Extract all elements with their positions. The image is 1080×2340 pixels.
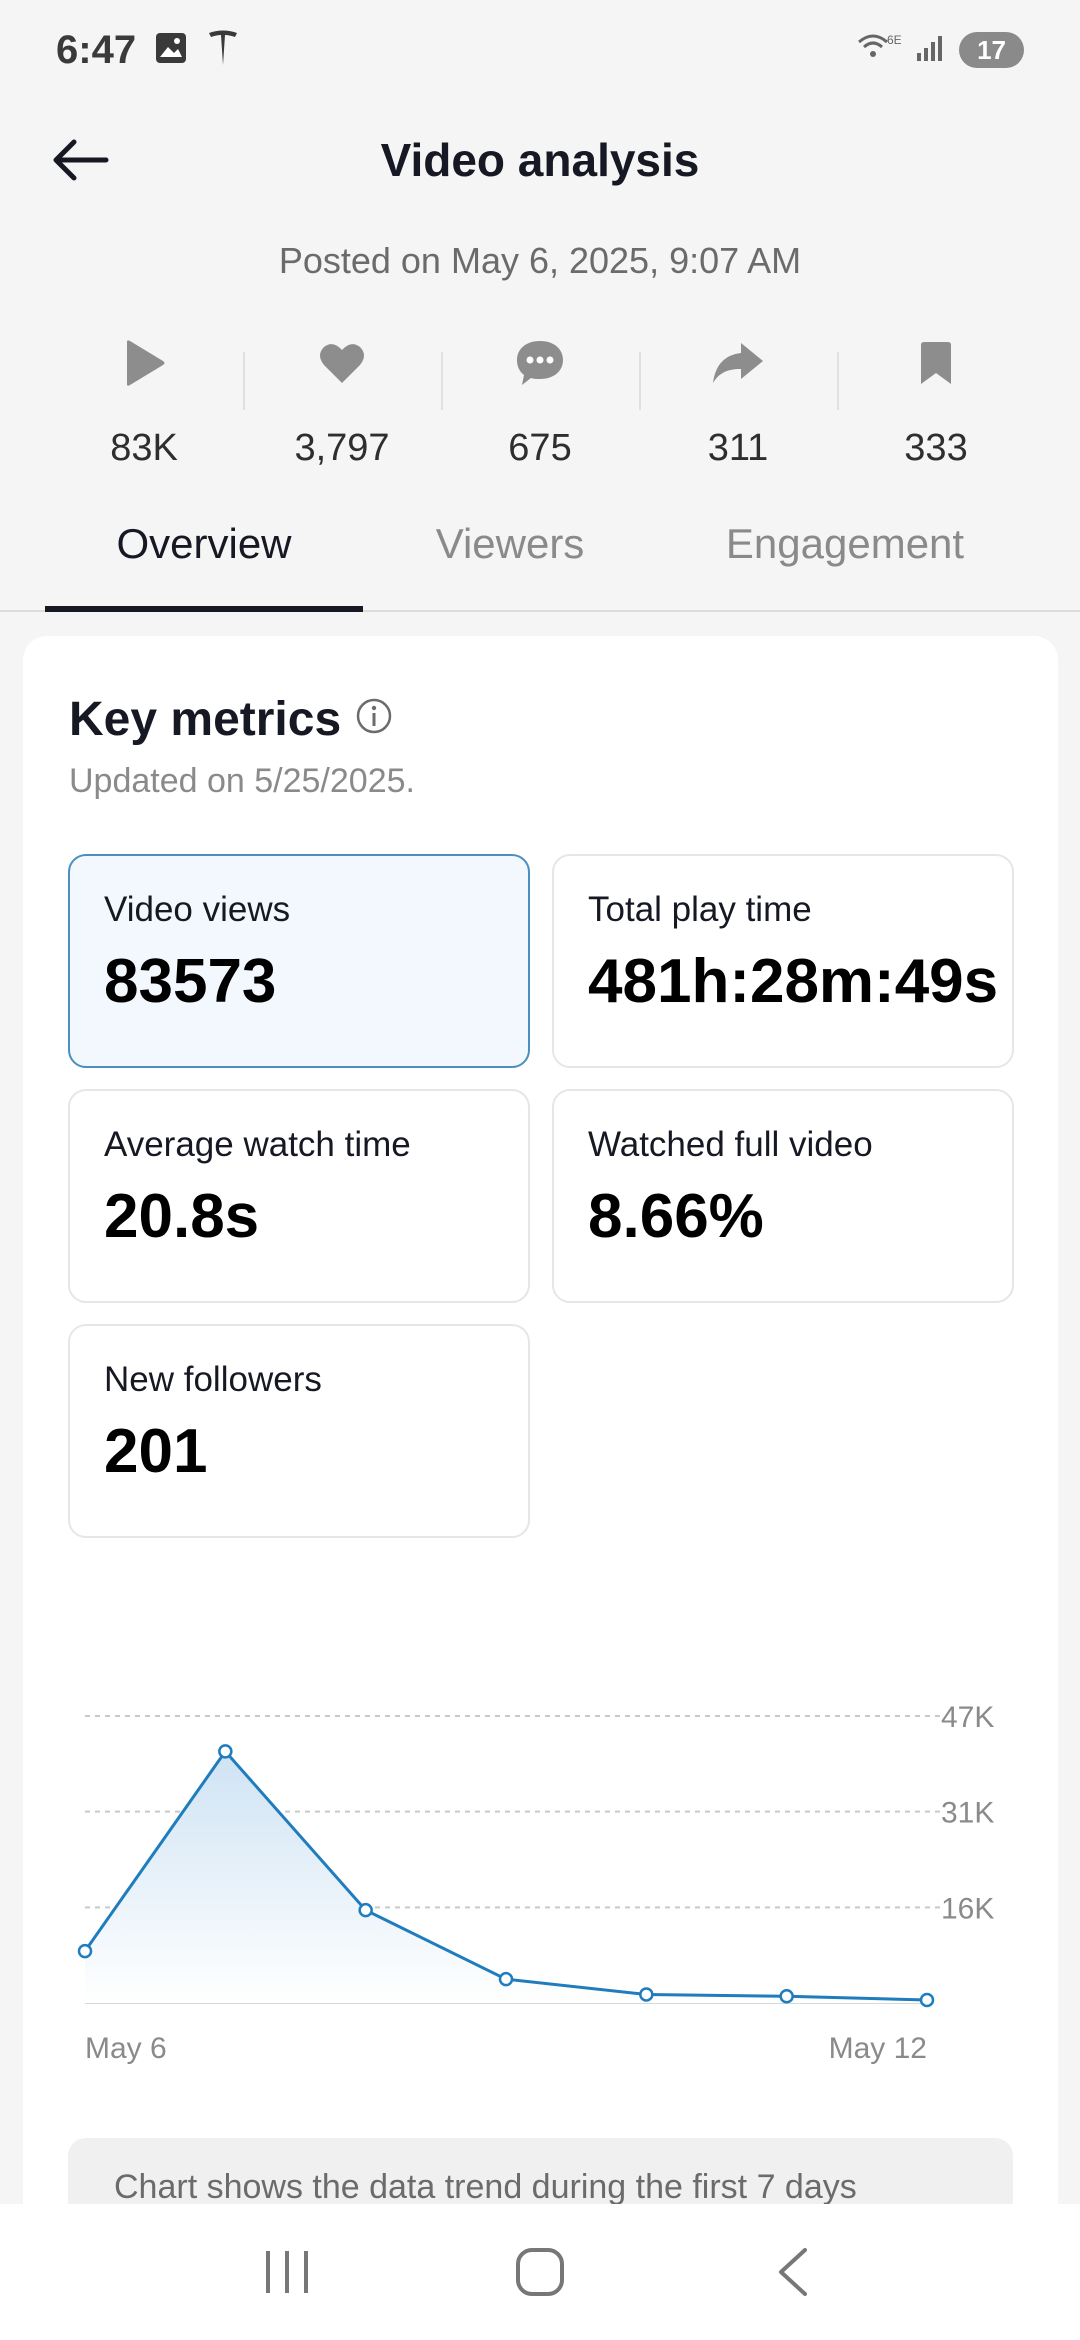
recent-apps-button[interactable] <box>227 2232 347 2312</box>
heart-icon <box>318 330 366 396</box>
metric-card-average-watch-time[interactable]: Average watch time 20.8s <box>68 1089 530 1303</box>
data-point <box>77 1943 93 1959</box>
stat-saves: 333 <box>837 330 1035 470</box>
network-label: 6E <box>887 33 901 47</box>
tab-engagement[interactable]: Engagement <box>690 520 1000 612</box>
signal-icon <box>915 33 945 68</box>
stat-value: 311 <box>707 427 769 469</box>
key-metrics-card: Key metrics Updated on 5/25/2025. Video … <box>23 636 1058 2340</box>
area-fill <box>85 1751 927 2003</box>
metric-label: Average watch time <box>104 1125 411 1164</box>
back-button[interactable] <box>40 130 120 190</box>
y-tick-label: 16K <box>941 1892 994 1925</box>
stat-value: 3,797 <box>294 427 390 469</box>
gallery-icon <box>154 31 188 70</box>
info-icon[interactable] <box>355 692 393 747</box>
stat-value: 333 <box>904 427 968 469</box>
metric-label: Video views <box>104 890 291 929</box>
comment-icon <box>514 330 566 396</box>
metric-label: Total play time <box>588 890 812 929</box>
system-nav-bar <box>0 2204 1080 2340</box>
x-tick-label: May 12 <box>829 2032 927 2065</box>
metric-card-video-views[interactable]: Video views 83573 <box>68 854 530 1068</box>
app-header: Video analysis <box>0 110 1080 210</box>
home-icon <box>515 2248 564 2296</box>
stat-views: 83K <box>45 330 243 470</box>
share-icon <box>711 330 765 396</box>
metric-label: Watched full video <box>588 1125 873 1164</box>
tesla-icon <box>206 29 240 72</box>
status-time: 6:47 <box>56 27 137 72</box>
battery-indicator: 17 <box>959 32 1024 68</box>
metric-label: New followers <box>104 1360 322 1399</box>
tab-viewers[interactable]: Viewers <box>410 520 610 612</box>
metric-card-total-play-time[interactable]: Total play time 481h:28m:49s <box>552 854 1014 1068</box>
home-button[interactable] <box>480 2232 600 2312</box>
metric-value: 8.66% <box>588 1182 764 1251</box>
data-point <box>919 1992 935 2008</box>
wifi-icon: 6E <box>857 32 902 69</box>
data-point <box>358 1902 373 1918</box>
stats-row: 83K 3,797 675 311 333 <box>45 330 1035 470</box>
y-tick-label: 47K <box>941 1701 994 1734</box>
stat-comments: 675 <box>441 330 639 470</box>
views-trend-chart: 16K 31K 47K May 6 May 12 <box>23 1636 1058 2176</box>
data-point <box>779 1989 794 2004</box>
stat-likes: 3,797 <box>243 330 441 470</box>
active-tab-indicator <box>45 606 363 612</box>
posted-date: Posted on May 6, 2025, 9:07 AM <box>278 240 802 281</box>
play-icon <box>121 330 167 396</box>
chevron-left-icon <box>779 2248 808 2296</box>
key-metrics-heading: Key metrics <box>69 692 393 747</box>
metric-value: 201 <box>104 1417 208 1486</box>
x-tick-label: May 6 <box>85 2032 167 2065</box>
stat-value: 675 <box>508 427 572 469</box>
tab-bar: Overview Viewers Engagement <box>0 520 1080 612</box>
back-arrow-icon <box>53 139 109 181</box>
tab-overview[interactable]: Overview <box>45 520 363 612</box>
stat-shares: 311 <box>639 330 837 470</box>
key-metrics-title: Key metrics <box>69 693 342 746</box>
data-point <box>218 1744 233 1759</box>
chart-svg: 16K 31K 47K May 6 May 12 <box>77 1701 994 2065</box>
status-bar: 6:47 6E 17 <box>0 0 1080 100</box>
metric-value: 83573 <box>104 947 277 1016</box>
data-point <box>639 1987 654 2002</box>
y-tick-label: 31K <box>941 1797 994 1830</box>
data-point <box>498 1971 514 1987</box>
updated-date: Updated on 5/25/2025. <box>69 762 415 800</box>
metric-card-watched-full-video[interactable]: Watched full video 8.66% <box>552 1089 1014 1303</box>
metric-value: 20.8s <box>104 1182 260 1251</box>
recent-apps-icon <box>265 2251 308 2293</box>
stat-value: 83K <box>110 427 178 469</box>
bookmark-icon <box>917 330 955 396</box>
system-back-button[interactable] <box>733 2232 853 2312</box>
page-title: Video analysis <box>380 134 700 186</box>
metric-card-new-followers[interactable]: New followers 201 <box>68 1324 530 1538</box>
metric-value: 481h:28m:49s <box>588 947 999 1016</box>
